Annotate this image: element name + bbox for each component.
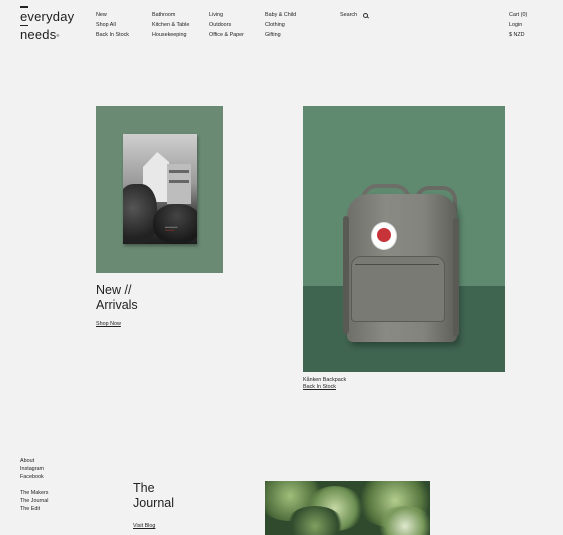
nav-item-kitchen-table[interactable]: Kitchen & Table <box>152 21 189 31</box>
logo[interactable]: everyday needs® <box>20 6 80 41</box>
logo-word-needs: needs® <box>20 27 60 42</box>
registered-mark: ® <box>56 33 60 38</box>
back-in-stock-link[interactable]: Back In Stock <box>303 384 336 391</box>
backpack-pocket <box>351 256 445 322</box>
nav-column-shop: New Shop All Back In Stock <box>96 11 129 40</box>
journal-line-2: Journal <box>133 495 174 510</box>
search-label: Search <box>340 12 358 18</box>
login-link[interactable]: Login <box>509 21 527 31</box>
nav-item-housekeeping[interactable]: Housekeeping <box>152 31 189 41</box>
journal-line-1: The <box>133 481 155 495</box>
cart-link[interactable]: Cart (0) <box>509 11 527 21</box>
footer-links: About Instagram Facebook The Makers The … <box>20 457 48 513</box>
currency-selector[interactable]: $ NZD <box>509 31 527 41</box>
visit-blog-link[interactable]: Visit Blog <box>133 523 155 529</box>
logo-word-everyday: everyday <box>20 8 75 24</box>
fox-logo-icon <box>371 222 397 250</box>
nav-column-rooms: Bathroom Kitchen & Table Housekeeping <box>152 11 189 40</box>
nav-item-outdoors[interactable]: Outdoors <box>209 21 244 31</box>
nav-item-shop-all[interactable]: Shop All <box>96 21 129 31</box>
journal-image[interactable] <box>265 481 430 535</box>
journal-heading: The Journal <box>133 481 174 510</box>
footer-link-edit[interactable]: The Edit <box>20 505 48 513</box>
account-nav: Cart (0) Login $ NZD <box>509 11 527 40</box>
logo-dash <box>20 6 28 8</box>
nav-item-back-in-stock[interactable]: Back In Stock <box>96 31 129 41</box>
book-cover-text: ━━━━━━━━ ━━━━━━ <box>165 226 178 233</box>
bag-strap <box>343 216 349 334</box>
shop-now-link[interactable]: Shop Now <box>96 321 121 327</box>
footer-link-makers[interactable]: The Makers <box>20 489 48 497</box>
footer-spacer <box>20 481 48 489</box>
nav-item-living[interactable]: Living <box>209 11 244 21</box>
heading-line-1: New // <box>96 283 132 297</box>
nav-item-office-paper[interactable]: Office & Paper <box>209 31 244 41</box>
heading-line-2: Arrivals <box>96 297 138 312</box>
nav-column-living: Living Outdoors Office & Paper <box>209 11 244 40</box>
backpack-product-image[interactable] <box>303 106 505 372</box>
nav-item-gifting[interactable]: Gifting <box>265 31 296 41</box>
nav-column-people: Baby & Child Clothing Gifting <box>265 11 296 40</box>
book-cover: ━━━━━━━━ ━━━━━━ <box>123 134 197 244</box>
product-name: Kånken Backpack <box>303 377 347 383</box>
footer-link-facebook[interactable]: Facebook <box>20 473 48 481</box>
new-arrivals-image[interactable]: ━━━━━━━━ ━━━━━━ <box>96 106 223 273</box>
nav-item-clothing[interactable]: Clothing <box>265 21 296 31</box>
logo-dash <box>20 24 28 26</box>
nav-item-new[interactable]: New <box>96 11 129 21</box>
bag-strap <box>453 218 459 336</box>
footer-link-instagram[interactable]: Instagram <box>20 465 48 473</box>
nav-item-baby-child[interactable]: Baby & Child <box>265 11 296 21</box>
pocket-zip <box>355 264 439 265</box>
footer-link-about[interactable]: About <box>20 457 48 465</box>
search-icon <box>363 13 369 19</box>
new-arrivals-heading: New // Arrivals <box>96 283 138 312</box>
search-button[interactable]: Search <box>340 11 369 21</box>
nav-item-bathroom[interactable]: Bathroom <box>152 11 189 21</box>
footer-link-journal[interactable]: The Journal <box>20 497 48 505</box>
